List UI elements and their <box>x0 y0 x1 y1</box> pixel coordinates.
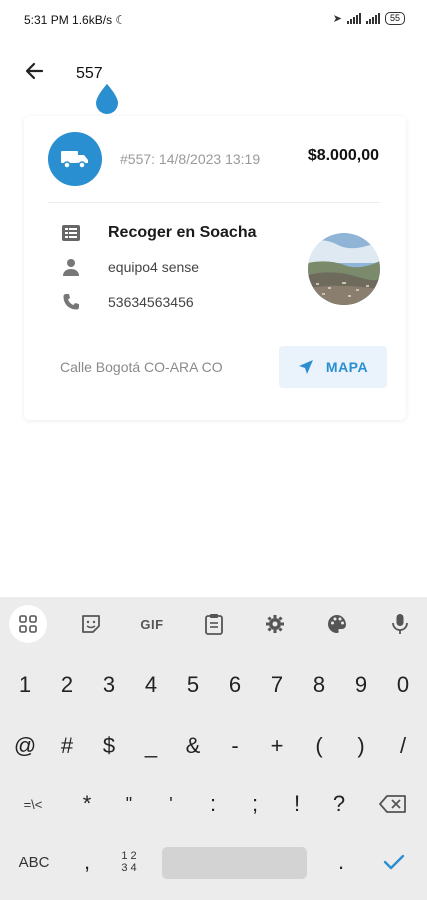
period-key[interactable]: . <box>320 842 362 882</box>
palette-icon[interactable] <box>318 605 356 643</box>
search-input[interactable] <box>76 62 376 86</box>
order-phone-row: 53634563456 <box>60 291 194 313</box>
status-icons: ➤ 55 <box>333 12 405 25</box>
order-user-row: equipo4 sense <box>60 256 199 278</box>
battery-icon: 55 <box>384 12 405 25</box>
key[interactable]: 1 <box>4 665 46 705</box>
space-bar[interactable] <box>162 847 307 879</box>
key[interactable]: 5 <box>172 665 214 705</box>
navigation-icon <box>298 360 313 374</box>
person-icon <box>60 256 82 278</box>
back-arrow-icon[interactable] <box>20 56 50 86</box>
order-amount: $8.000,00 <box>307 147 379 164</box>
key[interactable]: ? <box>318 784 360 824</box>
numpad-key-top: 1 2 <box>121 850 137 862</box>
clipboard-icon[interactable] <box>195 605 233 643</box>
search-header <box>0 48 427 98</box>
key[interactable]: + <box>256 726 298 766</box>
comma-key[interactable]: , <box>66 842 108 882</box>
apps-grid-icon[interactable] <box>9 605 47 643</box>
key[interactable]: ! <box>276 784 318 824</box>
text-cursor-handle-icon[interactable] <box>94 82 120 116</box>
order-address: Calle Bogotá CO-ARA CO <box>60 359 223 375</box>
status-bar: 5:31 PM 1.6kB/s ☾ ➤ 55 <box>0 0 427 40</box>
order-card[interactable]: #557: 14/8/2023 13:19 $8.000,00 Recoger … <box>24 116 406 420</box>
gif-button[interactable]: GIF <box>133 605 171 643</box>
key[interactable]: _ <box>130 726 172 766</box>
truck-icon <box>61 151 88 169</box>
symbols-page-key[interactable]: =\< <box>8 784 58 824</box>
numpad-key-bottom: 3 4 <box>121 862 137 874</box>
key[interactable]: 0 <box>382 665 424 705</box>
key[interactable]: @ <box>4 726 46 766</box>
location-icon: ➤ <box>332 13 342 25</box>
key[interactable]: 3 <box>88 665 130 705</box>
keyboard: GIF 1 2 3 4 5 6 7 8 9 0 @ # $ _ & - + ( … <box>0 597 427 900</box>
key[interactable]: ) <box>340 726 382 766</box>
key[interactable]: & <box>172 726 214 766</box>
signal-icon <box>346 13 361 24</box>
key[interactable]: 8 <box>298 665 340 705</box>
status-time: 5:31 PM 1.6kB/s ☾ <box>24 13 127 27</box>
key[interactable]: 6 <box>214 665 256 705</box>
gear-icon[interactable] <box>256 605 294 643</box>
order-title: Recoger en Soacha <box>108 224 257 241</box>
phone-icon <box>60 291 82 313</box>
abc-key[interactable]: ABC <box>10 842 58 882</box>
order-phone: 53634563456 <box>108 294 194 310</box>
order-user: equipo4 sense <box>108 259 200 275</box>
order-meta: #557: 14/8/2023 13:19 <box>120 151 261 167</box>
keyboard-toolbar: GIF <box>0 597 427 651</box>
sticker-icon[interactable] <box>72 605 110 643</box>
signal-icon-2 <box>365 13 380 24</box>
key[interactable]: * <box>66 784 108 824</box>
key[interactable]: 7 <box>256 665 298 705</box>
list-icon <box>60 222 82 244</box>
truck-avatar <box>48 132 102 186</box>
map-button[interactable]: MAPA <box>279 346 387 388</box>
key[interactable]: # <box>46 726 88 766</box>
key[interactable]: ' <box>150 784 192 824</box>
key[interactable]: / <box>382 726 424 766</box>
divider <box>48 202 380 203</box>
numpad-key[interactable]: 1 2 3 4 <box>108 842 150 882</box>
key[interactable]: ( <box>298 726 340 766</box>
backspace-icon[interactable] <box>370 784 416 824</box>
key[interactable]: : <box>192 784 234 824</box>
key[interactable]: 9 <box>340 665 382 705</box>
key[interactable]: ; <box>234 784 276 824</box>
map-button-label: MAPA <box>325 359 369 375</box>
key[interactable]: 2 <box>46 665 88 705</box>
key[interactable]: 4 <box>130 665 172 705</box>
checkmark-icon[interactable] <box>372 842 416 882</box>
moon-icon: ☾ <box>112 13 127 27</box>
order-title-row: Recoger en Soacha <box>60 222 257 244</box>
microphone-icon[interactable] <box>381 605 419 643</box>
location-photo[interactable] <box>308 233 380 305</box>
key[interactable]: - <box>214 726 256 766</box>
key[interactable]: $ <box>88 726 130 766</box>
key[interactable]: " <box>108 784 150 824</box>
